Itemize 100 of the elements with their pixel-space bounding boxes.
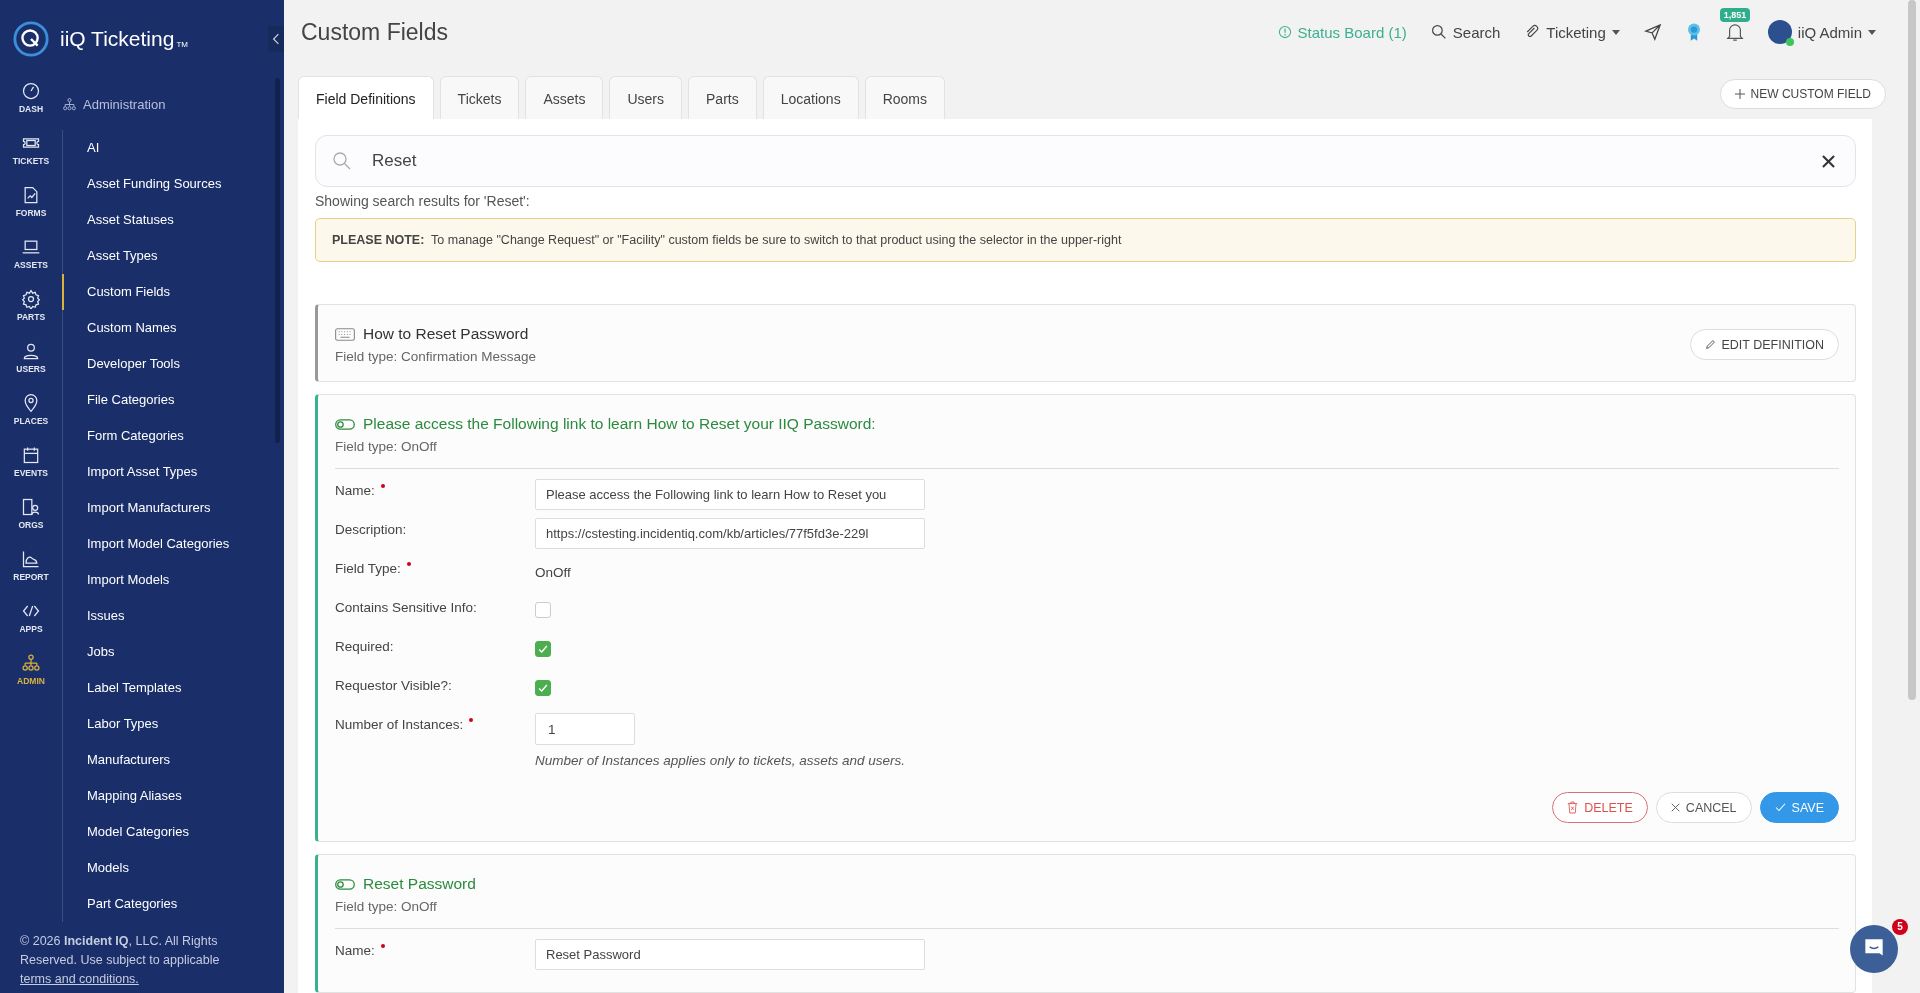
calendar-icon bbox=[21, 445, 41, 465]
search-field[interactable]: Reset bbox=[315, 135, 1856, 187]
trash-icon bbox=[1567, 801, 1579, 814]
rail-item[interactable]: ASSETS bbox=[14, 234, 48, 286]
trademark: TM bbox=[176, 39, 188, 49]
logo-icon bbox=[12, 20, 50, 58]
close-icon bbox=[1670, 803, 1680, 812]
menu-item[interactable]: Issues bbox=[62, 598, 284, 634]
chart-icon bbox=[21, 549, 41, 569]
caret-icon bbox=[1868, 29, 1876, 35]
menu-item[interactable]: Part Categories bbox=[62, 886, 284, 922]
menu-item[interactable]: Custom Names bbox=[62, 310, 284, 346]
menu-item[interactable]: Model Categories bbox=[62, 814, 284, 850]
menu-item[interactable]: Label Templates bbox=[62, 670, 284, 706]
form-label: Field Type: bbox=[335, 561, 401, 576]
plus-icon bbox=[1734, 88, 1745, 99]
menu-item[interactable]: Asset Types bbox=[62, 238, 284, 274]
terms-link[interactable]: terms and conditions. bbox=[20, 970, 139, 989]
search-input[interactable]: Reset bbox=[370, 150, 1804, 172]
rail-item[interactable]: USERS bbox=[16, 338, 46, 390]
field-type: Field type: Confirmation Message bbox=[335, 349, 537, 364]
text-field[interactable]: Reset Password bbox=[535, 939, 925, 970]
app-name: iiQ Ticketing bbox=[60, 27, 175, 51]
check-icon bbox=[537, 682, 549, 694]
rail-item[interactable]: FORMS bbox=[15, 182, 47, 234]
form-label: Requestor Visible?: bbox=[335, 678, 452, 693]
delete-button[interactable]: DELETE bbox=[1552, 792, 1648, 823]
product-dropdown[interactable]: Ticketing bbox=[1524, 23, 1620, 41]
search-link[interactable]: Search bbox=[1430, 23, 1501, 41]
form-label: Required: bbox=[335, 639, 394, 654]
send-icon[interactable] bbox=[1643, 23, 1662, 41]
rail-item[interactable]: DASH bbox=[18, 78, 44, 130]
notification-count: 1,851 bbox=[1719, 8, 1751, 22]
menu-item[interactable]: Asset Funding Sources bbox=[62, 166, 284, 202]
gear-icon bbox=[21, 289, 41, 309]
rail-item[interactable]: PLACES bbox=[13, 390, 49, 442]
menu-item[interactable]: Manufacturers bbox=[62, 742, 284, 778]
checkbox[interactable] bbox=[535, 641, 551, 657]
rail-item[interactable]: REPORT bbox=[13, 546, 49, 598]
form-label: Name: bbox=[335, 943, 375, 958]
chevron-left-icon bbox=[272, 33, 280, 45]
menu-item[interactable]: Labor Types bbox=[62, 706, 284, 742]
rail-item[interactable]: ORGS bbox=[18, 494, 44, 546]
menu-item[interactable]: Models bbox=[62, 850, 284, 886]
scrollbar[interactable] bbox=[1908, 0, 1916, 700]
rail-item[interactable]: ADMIN bbox=[17, 650, 45, 702]
checkbox[interactable] bbox=[535, 602, 551, 618]
search-icon bbox=[1430, 24, 1447, 40]
scrollbar[interactable] bbox=[275, 78, 280, 443]
gauge-icon bbox=[21, 81, 41, 101]
field-type: Field type: OnOff bbox=[335, 439, 438, 454]
collapse-button[interactable] bbox=[268, 26, 284, 52]
field-title: Reset Password bbox=[363, 875, 476, 893]
edit-definition-button[interactable]: EDIT DEFINITION bbox=[1690, 329, 1839, 360]
cancel-button[interactable]: CANCEL bbox=[1655, 792, 1752, 823]
alert-icon bbox=[1277, 25, 1292, 39]
close-icon[interactable] bbox=[1822, 154, 1835, 168]
checkbox[interactable] bbox=[535, 680, 551, 696]
menu-item[interactable]: AI bbox=[62, 130, 284, 166]
menu-item[interactable]: Import Asset Types bbox=[62, 454, 284, 490]
tab[interactable]: Field Definitions bbox=[298, 76, 434, 119]
tab[interactable]: Locations bbox=[762, 76, 859, 119]
menu-item[interactable]: Form Categories bbox=[62, 418, 284, 454]
new-custom-field-button[interactable]: NEW CUSTOM FIELD bbox=[1719, 78, 1886, 109]
field-title: Please access the Following link to learn How to Reset your IIQ Password: bbox=[363, 415, 876, 433]
award-icon[interactable] bbox=[1685, 22, 1702, 42]
hierarchy-icon bbox=[21, 653, 41, 673]
menu-item[interactable]: Developer Tools bbox=[62, 346, 284, 382]
menu-item[interactable]: Import Models bbox=[62, 562, 284, 598]
tab[interactable]: Rooms bbox=[864, 76, 945, 119]
avatar bbox=[1767, 20, 1792, 44]
menu-item[interactable]: File Categories bbox=[62, 382, 284, 418]
number-field[interactable]: 1 bbox=[535, 713, 635, 745]
tab[interactable]: Parts bbox=[688, 76, 757, 119]
bell-icon[interactable] bbox=[1725, 22, 1744, 42]
page-title: Custom Fields bbox=[301, 18, 448, 46]
user-menu[interactable]: iiQ Admin bbox=[1767, 20, 1876, 44]
rail-item[interactable]: EVENTS bbox=[14, 442, 48, 494]
form-label: Contains Sensitive Info: bbox=[335, 600, 477, 615]
form-label: Name: bbox=[335, 483, 375, 498]
rail-item[interactable]: PARTS bbox=[16, 286, 46, 338]
tab[interactable]: Users bbox=[609, 76, 682, 119]
tab[interactable]: Tickets bbox=[439, 76, 520, 119]
text-field[interactable]: Please access the Following link to learn How to Reset you bbox=[535, 479, 925, 510]
tab[interactable]: Assets bbox=[525, 76, 604, 119]
rail-item[interactable]: TICKETS bbox=[12, 130, 50, 182]
caret-icon bbox=[1611, 29, 1620, 35]
note-text: PLEASE NOTE: To manage "Change Request" or "Facility" custom fields be sure to switch to that product using the selector in the upper-right bbox=[332, 233, 1122, 247]
person-icon bbox=[21, 341, 41, 361]
pencil-icon bbox=[1705, 339, 1717, 350]
menu-item[interactable]: Jobs bbox=[62, 634, 284, 670]
chat-badge: 5 bbox=[1892, 919, 1908, 935]
menu-item[interactable]: Mapping Aliases bbox=[62, 778, 284, 814]
rail-item[interactable]: APPS bbox=[19, 598, 43, 650]
text-field[interactable]: https://cstesting.incidentiq.com/kb/articles/77f5fd3e-229l bbox=[535, 518, 925, 549]
menu-item[interactable]: Import Manufacturers bbox=[62, 490, 284, 526]
menu-item[interactable]: Asset Statuses bbox=[62, 202, 284, 238]
menu-item[interactable]: Import Model Categories bbox=[62, 526, 284, 562]
field-type: Field type: OnOff bbox=[335, 899, 438, 914]
form-label: Number of Instances: bbox=[335, 717, 464, 732]
